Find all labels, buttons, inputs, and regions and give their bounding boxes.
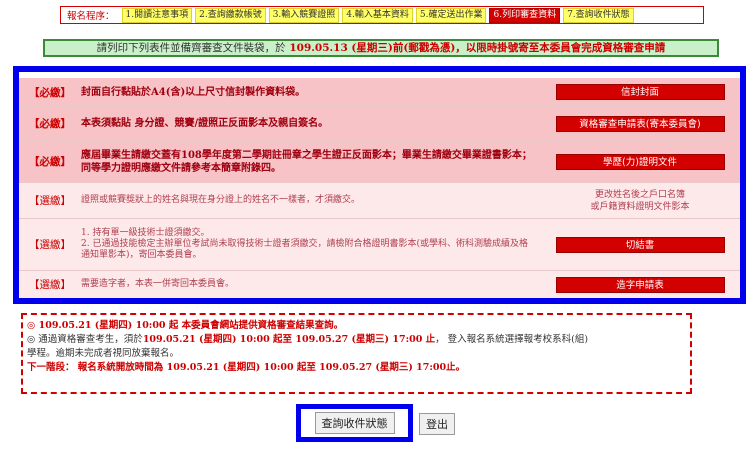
step-3[interactable]: 3.輸入競賽證照 [268, 7, 340, 23]
result-query-notice: ◎ 109.05.21 (星期四) 10:00 起 本委員會網站提供資格審查結果… [27, 320, 344, 331]
table-row: 【必繳】 應屆畢業生請繳交蓋有108學年度第二學期註冊章之學生證正反面影本；畢業… [19, 141, 740, 183]
qualification-form-button[interactable]: 資格審查申請表(寄本委員會) [555, 115, 725, 132]
check-status-button[interactable]: 查詢收件狀態 [314, 412, 395, 434]
required-tag: 【必繳】 [29, 118, 71, 130]
optional-tag: 【選繳】 [29, 195, 71, 207]
row-description: 本表須黏貼 身分證、競賽/證照正反面影本及親自簽名。 [81, 118, 329, 129]
logout-button[interactable]: 登出 [419, 413, 455, 435]
row-description: 應屆畢業生請繳交蓋有108學年度第二學期註冊章之學生證正反面影本；畢業生請繳交畢… [81, 149, 532, 174]
review-info-box: ◎ 109.05.21 (星期四) 10:00 起 本委員會網站提供資格審查結果… [21, 313, 692, 394]
required-tag: 【必繳】 [29, 156, 71, 168]
step-1[interactable]: 1.閱讀注意事項 [121, 7, 193, 23]
step-7[interactable]: 7.查詢收件狀態 [563, 7, 634, 23]
table-row: 【選繳】 需要造字者，本表一併寄回本委員會。 造字申請表 [19, 271, 740, 298]
steps-label: 報名程序： [67, 11, 115, 22]
registration-window-notice: ◎ 通過資格審查考生，須於109.05.21 (星期四) 10:00 起至 10… [27, 334, 589, 345]
envelope-cover-button[interactable]: 信封封面 [555, 84, 725, 100]
affidavit-button[interactable]: 切結書 [555, 236, 725, 253]
row-description: 需要造字者，本表一併寄回本委員會。 [81, 279, 235, 289]
table-row: 【必繳】 本表須黏貼 身分證、競賽/證照正反面影本及親自簽名。 資格審查申請表(… [19, 107, 740, 141]
documents-table: 【必繳】 封面自行黏貼於A4(含)以上尺寸信封製作資料袋。 信封封面 【必繳】 … [13, 66, 746, 304]
next-stage-notice: 下一階段： 報名系統開放時間為 109.05.21 (星期四) 10:00 起至… [27, 362, 466, 373]
step-5[interactable]: 5.確定送出作業 [415, 7, 487, 23]
row-description: 證照或競賽獎狀上的姓名與現在身分證上的姓名不一樣者，才須繳交。 [81, 195, 361, 205]
table-row: 【選繳】 1. 持有單一級技術士證須繳交。 2. 已通過技能檢定主辦單位考試尚未… [19, 219, 740, 271]
progress-steps-bar: 報名程序： 1.閱讀注意事項 2.查詢繳款帳號 3.輸入競賽證照 4.輸入基本資… [60, 6, 704, 24]
step-6-current[interactable]: 6.列印審查資料 [489, 7, 561, 23]
row-description: 封面自行黏貼於A4(含)以上尺寸信封製作資料袋。 [81, 86, 306, 98]
row-description: 1. 持有單一級技術士證須繳交。 2. 已通過技能檢定主辦單位考試尚未取得技術士… [81, 228, 528, 260]
optional-tag: 【選繳】 [29, 279, 71, 291]
name-change-doc-text: 更改姓名後之戶口名簿 或戶籍資料證明文件影本 [590, 189, 690, 212]
optional-tag: 【選繳】 [29, 239, 71, 251]
character-request-button[interactable]: 造字申請表 [555, 276, 725, 293]
notice-deadline: 109.05.13 (星期三)前(郵戳為憑)，以限時掛號寄至本委員會完成資格審查… [289, 42, 666, 54]
status-button-frame: 查詢收件狀態 [296, 404, 413, 442]
notice-prefix: 請列印下列表件並備齊審查文件裝袋，於 [96, 42, 286, 54]
table-row: 【選繳】 證照或競賽獎狀上的姓名與現在身分證上的姓名不一樣者，才須繳交。 更改姓… [19, 183, 740, 219]
registration-window-notice-cont: 學程。逾期未完成者視同放棄報名。 [27, 348, 180, 359]
mailing-deadline-notice: 請列印下列表件並備齊審查文件裝袋，於 109.05.13 (星期三)前(郵戳為憑… [43, 39, 719, 57]
step-4[interactable]: 4.輸入基本資料 [342, 7, 413, 23]
table-row: 【必繳】 封面自行黏貼於A4(含)以上尺寸信封製作資料袋。 信封封面 [19, 78, 740, 107]
required-tag: 【必繳】 [29, 86, 71, 99]
education-proof-button[interactable]: 學歷(力)證明文件 [555, 153, 725, 170]
step-2[interactable]: 2.查詢繳款帳號 [195, 7, 266, 23]
